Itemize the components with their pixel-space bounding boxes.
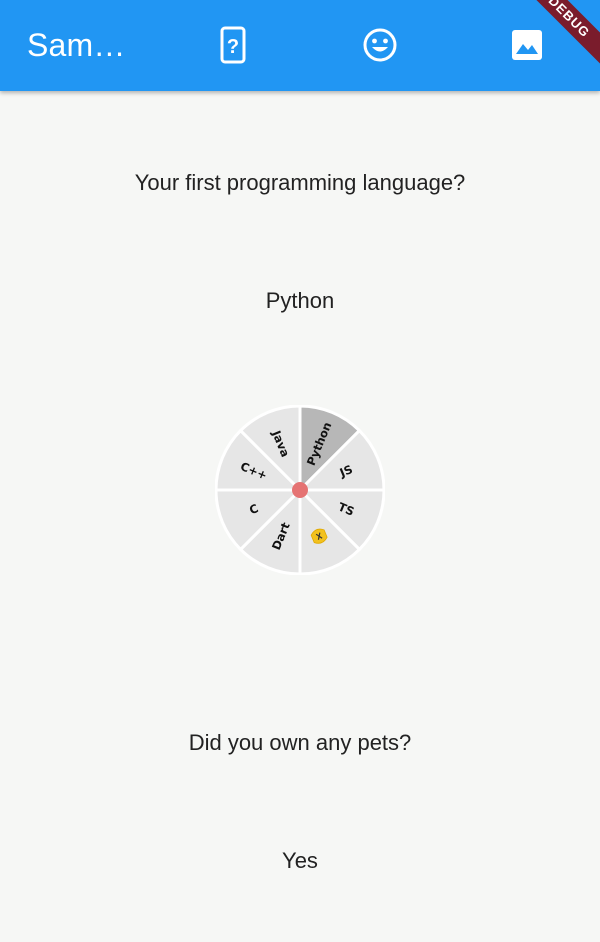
question-1-text: Your first programming language?	[134, 170, 466, 195]
question-2-answer: Yes	[282, 848, 318, 873]
question-1-answer: Python	[265, 288, 335, 313]
phone-question-icon: ?	[220, 26, 246, 64]
svg-text:?: ?	[227, 36, 239, 58]
phone-question-button[interactable]: ?	[213, 25, 253, 65]
app-screen: Sam… ? DEBUG Your first programming lang…	[0, 0, 600, 942]
image-button[interactable]	[507, 25, 547, 65]
question-2-text: Did you own any pets?	[188, 730, 412, 755]
app-title: Sam…	[27, 27, 126, 63]
image-icon	[512, 30, 542, 60]
smiley-icon	[363, 28, 397, 62]
app-bar: Sam… ?	[0, 0, 600, 91]
language-wheel[interactable]: PythonJSTSDartCC++Java	[215, 405, 385, 575]
smiley-button[interactable]	[360, 25, 400, 65]
wheel-center-dot	[292, 482, 308, 498]
